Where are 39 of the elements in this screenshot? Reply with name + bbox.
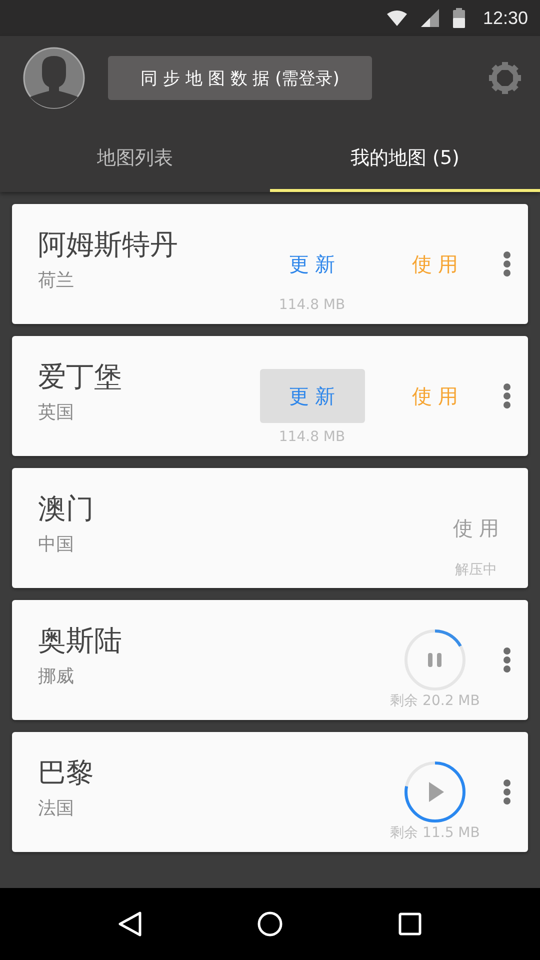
city-name: 澳门 [38, 492, 95, 526]
recent-apps-icon[interactable] [398, 912, 422, 936]
more-options-icon[interactable] [503, 383, 511, 409]
more-options-icon[interactable] [503, 251, 511, 277]
city-name: 巴黎 [38, 756, 95, 790]
map-card[interactable]: 爱丁堡 英国 更 新 114.8 MB 使 用 [12, 336, 528, 456]
remaining-size: 剩余 20.2 MB [390, 692, 480, 710]
remaining-size: 剩余 11.5 MB [390, 824, 480, 842]
tab[interactable]: 我的地图 (5) [270, 120, 540, 192]
country-name: 挪威 [38, 666, 75, 688]
wifi-icon [386, 10, 407, 26]
signal-icon [420, 9, 439, 27]
map-card[interactable]: 澳门 中国 使 用 解压中 [12, 468, 528, 588]
map-card[interactable]: 奥斯陆 挪威 剩余 20.2 MB [12, 600, 528, 720]
more-options-icon[interactable] [503, 647, 511, 673]
more-options-icon[interactable] [503, 779, 511, 805]
update-button[interactable]: 更 新 [260, 237, 364, 291]
country-name: 法国 [38, 798, 75, 820]
clock-time: 12:30 [482, 8, 528, 28]
download-progress-ring[interactable] [404, 761, 466, 823]
avatar-icon[interactable] [23, 47, 85, 109]
map-card[interactable]: 巴黎 法国 剩余 11.5 MB [12, 732, 528, 852]
country-name: 荷兰 [38, 270, 75, 292]
map-size: 114.8 MB [278, 429, 346, 445]
country-name: 中国 [38, 534, 75, 556]
city-name: 阿姆斯特丹 [38, 228, 179, 262]
home-icon[interactable] [256, 911, 283, 937]
country-name: 英国 [38, 402, 75, 424]
city-name: 爱丁堡 [38, 360, 123, 394]
download-progress-ring[interactable] [404, 629, 466, 691]
city-name: 奥斯陆 [38, 624, 123, 658]
map-card[interactable]: 阿姆斯特丹 荷兰 更 新 114.8 MB 使 用 [12, 204, 528, 324]
battery-icon [452, 8, 465, 28]
back-icon[interactable] [118, 911, 142, 937]
sync-map-data-button[interactable]: 同 步 地 图 数 据 (需登录) [108, 56, 372, 100]
settings-icon[interactable] [489, 62, 521, 94]
unpacking-status: 解压中 [455, 561, 497, 579]
map-size: 114.8 MB [278, 297, 346, 313]
tab[interactable]: 地图列表 [0, 120, 270, 192]
